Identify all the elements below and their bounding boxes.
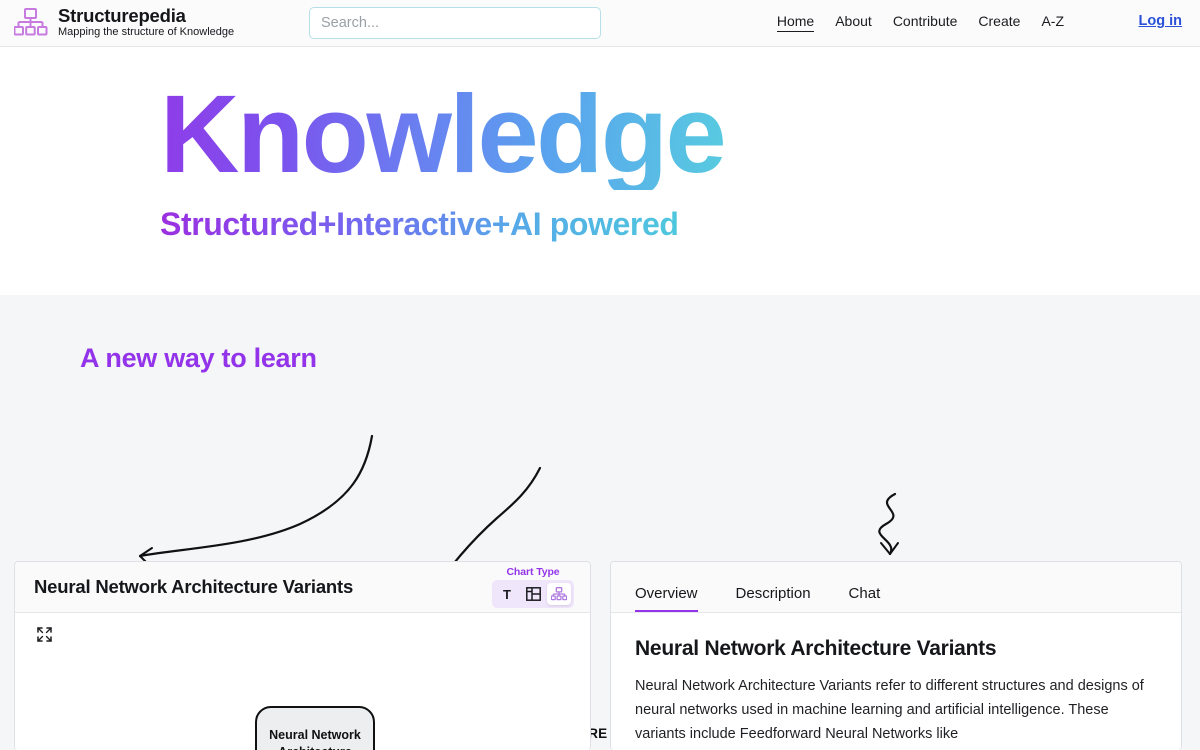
org-chart-icon [14, 7, 48, 36]
tab-description[interactable]: Description [736, 586, 811, 612]
chart-card-header: Neural Network Architecture Variants Cha… [15, 562, 590, 613]
brand-subtitle: Mapping the structure of Knowledge [58, 26, 235, 39]
nav-item-a-z[interactable]: A-Z [1041, 14, 1064, 32]
nav-item-about[interactable]: About [835, 14, 872, 32]
detail-title: Neural Network Architecture Variants [635, 637, 997, 660]
chart-type-label: Chart Type [506, 566, 560, 578]
chart-card-body: Neural Network Architecture Variants [15, 613, 590, 750]
hero-section: Knowledge Structured+Interactive+AI powe… [0, 47, 1200, 295]
chart-card-title: Neural Network Architecture Variants [34, 576, 354, 597]
brand[interactable]: Structurepedia Mapping the structure of … [14, 4, 235, 40]
detail-card: Overview Description Chat Neural Network… [610, 561, 1182, 750]
brand-title: Structurepedia [58, 4, 186, 26]
learn-heading: A new way to learn [80, 343, 317, 373]
nav-item-create[interactable]: Create [978, 14, 1020, 32]
chart-type-hierarchy-button[interactable] [547, 583, 571, 605]
page-root: Structurepedia Mapping the structure of … [0, 0, 1200, 750]
brand-text: Structurepedia Mapping the structure of … [58, 4, 235, 40]
hero-title: Knowledge [160, 73, 727, 196]
app-header: Structurepedia Mapping the structure of … [0, 0, 1200, 47]
nav-item-contribute[interactable]: Contribute [893, 14, 958, 32]
nav-item-home[interactable]: Home [776, 14, 815, 32]
login-link[interactable]: Log in [1139, 14, 1183, 29]
tab-overview[interactable]: Overview [635, 586, 698, 612]
chart-card: Neural Network Architecture Variants Cha… [14, 561, 591, 750]
detail-body: Neural Network Architecture Variants ref… [635, 678, 1144, 742]
expand-fullscreen-icon[interactable] [37, 627, 52, 642]
hierarchy-icon [551, 587, 567, 601]
treemap-icon [525, 587, 541, 601]
hero-subtitle: Structured+Interactive+AI powered [160, 206, 679, 242]
main-nav: Home About Contribute Create A-Z [776, 14, 1064, 32]
chart-type-selector: Chart Type T [492, 566, 574, 608]
detail-panel: Neural Network Architecture Variants Neu… [611, 613, 1181, 746]
search-wrapper [309, 7, 601, 39]
tab-chat[interactable]: Chat [849, 586, 881, 612]
diagram-root-node[interactable]: Neural Network Architecture Variants [255, 706, 375, 750]
chart-type-treemap-button[interactable] [521, 583, 545, 605]
chart-type-button-group: T [492, 580, 574, 608]
detail-tabs: Overview Description Chat [611, 562, 1181, 613]
text-icon: T [503, 586, 511, 602]
chart-type-text-button[interactable]: T [495, 583, 519, 605]
search-input[interactable] [309, 7, 601, 39]
